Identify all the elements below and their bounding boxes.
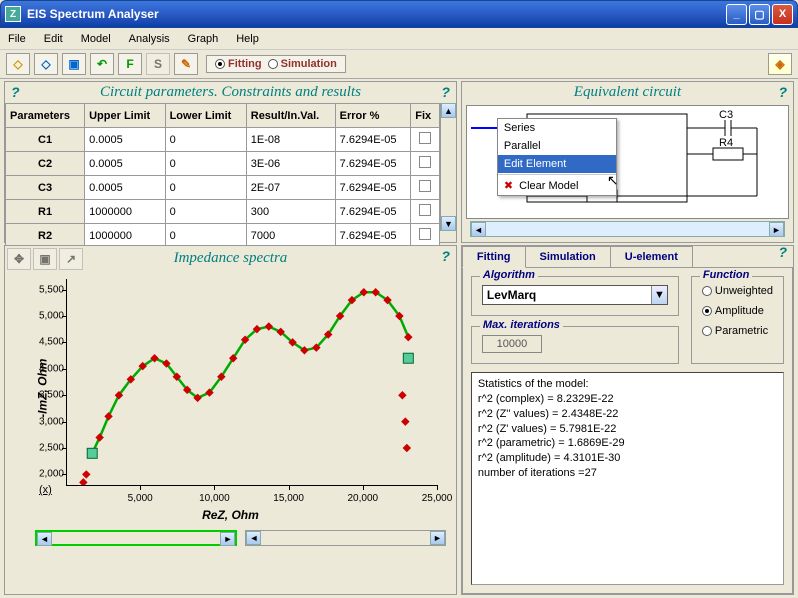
fix-checkbox[interactable] [419, 156, 431, 168]
statistics-output[interactable]: Statistics of the model:r^2 (complex) = … [471, 372, 784, 585]
tab-fitting[interactable]: Fitting [462, 246, 526, 268]
circuit-palette-icon[interactable]: ◈ [768, 53, 792, 75]
table-scrollbar[interactable]: ▲ ▼ [440, 103, 456, 231]
menu-edit[interactable]: Edit [44, 33, 63, 45]
table-row[interactable]: C20.000503E-067.6294E-05 [6, 152, 440, 176]
scroll-right-icon[interactable]: ► [769, 222, 784, 237]
circuit-panel: Equivalent circuit ? C3 [461, 81, 794, 243]
zoom-box-icon[interactable]: ▣ [33, 248, 57, 270]
table-row[interactable]: C30.000502E-077.6294E-05 [6, 176, 440, 200]
x-axis-label: ReZ, Ohm [202, 508, 259, 522]
app-icon: Z [5, 6, 21, 22]
fix-checkbox[interactable] [419, 180, 431, 192]
open-file-icon[interactable]: ◇ [6, 53, 30, 75]
slider-left-icon[interactable]: ◄ [37, 532, 52, 546]
algorithm-value[interactable] [483, 286, 651, 304]
window-titlebar: Z EIS Spectrum Analyser _ ▢ X [0, 0, 798, 28]
svg-text:R4: R4 [719, 137, 733, 149]
x-range-slider[interactable]: ◄ ► [35, 530, 237, 546]
close-button[interactable]: X [772, 4, 793, 25]
zoom-reset-icon[interactable]: ✥ [7, 248, 31, 270]
scroll-down-icon[interactable]: ▼ [441, 216, 456, 231]
fix-checkbox[interactable] [419, 132, 431, 144]
help-icon[interactable]: ? [11, 84, 20, 100]
window-title: EIS Spectrum Analyser [27, 7, 726, 21]
algorithm-legend: Algorithm [480, 269, 538, 281]
maximize-button[interactable]: ▢ [749, 4, 770, 25]
open-project-icon[interactable]: ◇ [34, 53, 58, 75]
circuit-hscrollbar[interactable]: ◄ ► [470, 221, 785, 237]
stop-button[interactable]: S [146, 53, 170, 75]
menu-model[interactable]: Model [81, 33, 111, 45]
slider-left-icon[interactable]: ◄ [246, 531, 261, 545]
menu-analysis[interactable]: Analysis [129, 33, 170, 45]
function-fieldset: Function Unweighted Amplitude Parametric [691, 276, 784, 364]
tab-u-element[interactable]: U-element [610, 246, 693, 267]
algorithm-fieldset: Algorithm ▼ [471, 276, 679, 316]
menu-item-edit-element[interactable]: Edit Element [498, 155, 616, 173]
scroll-up-icon[interactable]: ▲ [441, 103, 456, 118]
table-row[interactable]: R21000000070007.6294E-05 [6, 224, 440, 248]
table-row[interactable]: R1100000003007.6294E-05 [6, 200, 440, 224]
fix-checkbox[interactable] [419, 228, 431, 240]
menu-help[interactable]: Help [236, 33, 259, 45]
scroll-left-icon[interactable]: ◄ [471, 222, 486, 237]
help-icon[interactable]: ? [441, 248, 450, 264]
zoom-slider[interactable]: ◄ ► [245, 530, 445, 546]
help-icon[interactable]: ? [778, 84, 787, 100]
function-parametric[interactable]: Parametric [702, 325, 773, 337]
max-iter-legend: Max. iterations [480, 319, 563, 331]
algorithm-select[interactable]: ▼ [482, 285, 668, 305]
parameters-table[interactable]: Parameters Upper Limit Lower Limit Resul… [5, 103, 440, 248]
menu-file[interactable]: File [8, 33, 26, 45]
edit-icon[interactable]: ✎ [174, 53, 198, 75]
help-icon[interactable]: ? [441, 84, 450, 100]
function-unweighted[interactable]: Unweighted [702, 285, 773, 297]
menu-graph[interactable]: Graph [188, 33, 219, 45]
function-amplitude[interactable]: Amplitude [702, 305, 773, 317]
slider-right-icon[interactable]: ► [220, 532, 235, 546]
toolbar: ◇ ◇ ▣ ↶ F S ✎ Fitting Simulation ◈ [0, 50, 798, 79]
x-annotation: (x) [39, 484, 52, 496]
circuit-canvas[interactable]: C3 R4 R2 Se [466, 105, 789, 219]
circuit-title: Equivalent circuit [462, 82, 793, 103]
dropdown-arrow-icon[interactable]: ▼ [651, 286, 667, 304]
parameters-panel: ? Circuit parameters. Constraints and re… [4, 81, 457, 243]
minimize-button[interactable]: _ [726, 4, 747, 25]
menubar: File Edit Model Analysis Graph Help [0, 28, 798, 50]
mode-simulation[interactable]: Simulation [268, 58, 337, 70]
table-row[interactable]: C10.000501E-087.6294E-05 [6, 128, 440, 152]
fitting-panel: ? Fitting Simulation U-element Algorithm… [461, 245, 794, 595]
col-lower[interactable]: Lower Limit [165, 104, 246, 128]
circuit-context-menu: Series Parallel Edit Element ✖Clear Mode… [497, 118, 617, 196]
menu-item-series[interactable]: Series [498, 119, 616, 137]
undo-icon[interactable]: ↶ [90, 53, 114, 75]
help-icon[interactable]: ? [778, 244, 787, 260]
fix-checkbox[interactable] [419, 204, 431, 216]
col-error[interactable]: Error % [335, 104, 411, 128]
menu-item-clear-model[interactable]: ✖Clear Model [498, 176, 616, 195]
impedance-chart[interactable]: -ImZ, Ohm (x) ReZ, Ohm 2,0002,5003,0003,… [11, 271, 450, 526]
tab-simulation[interactable]: Simulation [525, 246, 611, 267]
save-icon[interactable]: ▣ [62, 53, 86, 75]
menu-item-parallel[interactable]: Parallel [498, 137, 616, 155]
col-result[interactable]: Result/In.Val. [246, 104, 335, 128]
col-fix[interactable]: Fix [411, 104, 440, 128]
svg-text:C3: C3 [719, 109, 733, 121]
zoom-line-icon[interactable]: ↗ [59, 248, 83, 270]
slider-right-icon[interactable]: ► [430, 531, 445, 545]
mode-radio-group: Fitting Simulation [206, 55, 346, 73]
mouse-cursor-icon: ↖ [607, 172, 619, 189]
mode-fitting[interactable]: Fitting [215, 58, 262, 70]
max-iterations-fieldset: Max. iterations [471, 326, 679, 364]
col-parameters[interactable]: Parameters [6, 104, 85, 128]
fit-button[interactable]: F [118, 53, 142, 75]
function-legend: Function [700, 269, 752, 281]
col-upper[interactable]: Upper Limit [85, 104, 165, 128]
max-iterations-input[interactable] [482, 335, 542, 353]
parameters-title: Circuit parameters. Constraints and resu… [5, 82, 456, 103]
spectra-panel: ✥ ▣ ↗ Impedance spectra ? -ImZ, Ohm (x) … [4, 245, 457, 595]
